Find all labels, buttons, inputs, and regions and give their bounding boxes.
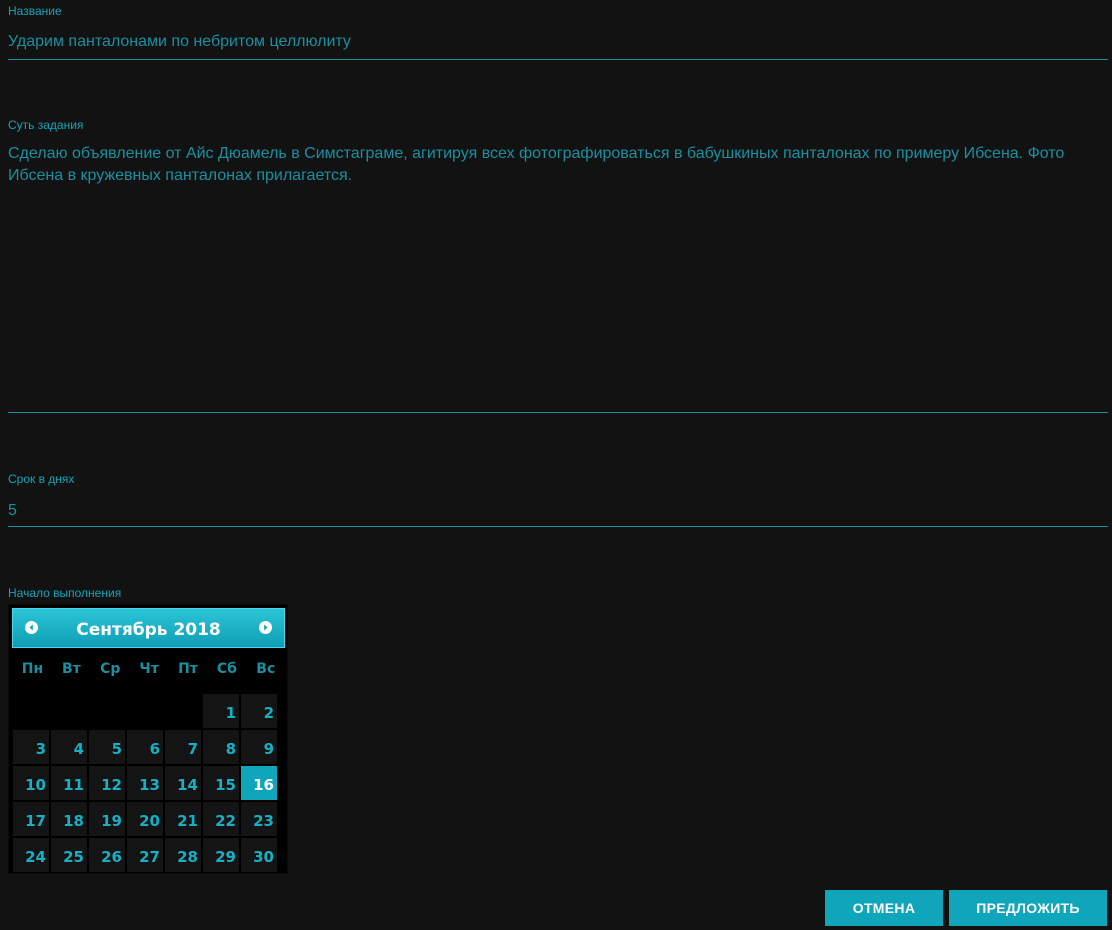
calendar-weekday-row: Пн Вт Ср Чт Пт Сб Вс [13, 661, 285, 681]
calendar-day[interactable]: 2 [241, 694, 277, 728]
calendar-weekday: Пн [21, 661, 44, 677]
calendar-day[interactable]: 21 [165, 802, 201, 836]
title-input[interactable]: Ударим панталонами по небритом целлюлиту [8, 33, 351, 51]
calendar-day[interactable]: 27 [127, 838, 163, 872]
calendar-day[interactable]: 9 [241, 730, 277, 764]
calendar-day[interactable]: 25 [51, 838, 87, 872]
calendar-day[interactable]: 30 [241, 838, 277, 872]
calendar-empty-cell [127, 694, 163, 728]
title-label: Название [8, 4, 62, 18]
calendar-empty-cell [165, 694, 201, 728]
description-textarea[interactable]: Сделаю объявление от Айс Дюамель в Симст… [8, 143, 1098, 403]
calendar-day[interactable]: 4 [51, 730, 87, 764]
calendar-day[interactable]: 23 [241, 802, 277, 836]
duration-input[interactable]: 5 [8, 502, 17, 520]
calendar-empty-cell [89, 694, 125, 728]
calendar-header: Сентябрь 2018 [12, 608, 285, 648]
calendar-weekday: Вт [61, 661, 81, 677]
calendar-weekday: Ср [100, 661, 121, 677]
calendar-day[interactable]: 1 [203, 694, 239, 728]
calendar-day[interactable]: 11 [51, 766, 87, 800]
duration-label: Срок в днях [8, 472, 75, 486]
start-date-label: Начало выполнения [8, 586, 122, 600]
calendar-day[interactable]: 8 [203, 730, 239, 764]
cancel-button[interactable]: ОТМЕНА [825, 890, 943, 926]
task-form: Название Ударим панталонами по небритом … [0, 0, 1112, 930]
calendar-weekday: Чт [139, 661, 159, 677]
calendar-day[interactable]: 7 [165, 730, 201, 764]
calendar-day[interactable]: 5 [89, 730, 125, 764]
calendar-day[interactable]: 24 [13, 838, 49, 872]
calendar-month-title: Сентябрь 2018 [76, 620, 221, 640]
calendar-day[interactable]: 26 [89, 838, 125, 872]
calendar-day[interactable]: 28 [165, 838, 201, 872]
duration-underline [8, 526, 1108, 527]
calendar-day[interactable]: 17 [13, 802, 49, 836]
calendar-day-grid: 1 2 3 4 5 6 7 8 9 10 11 12 13 14 15 16 17 18 19 20 21 22 23 24 2… [13, 694, 277, 872]
calendar-day[interactable]: 20 [127, 802, 163, 836]
calendar-day[interactable]: 13 [127, 766, 163, 800]
calendar-empty-cell [51, 694, 87, 728]
calendar-day[interactable]: 19 [89, 802, 125, 836]
calendar-empty-cell [13, 694, 49, 728]
description-label: Суть задания [8, 118, 84, 132]
calendar-day[interactable]: 18 [51, 802, 87, 836]
submit-button[interactable]: ПРЕДЛОЖИТЬ [949, 890, 1107, 926]
calendar-day[interactable]: 6 [127, 730, 163, 764]
description-underline [8, 412, 1108, 413]
calendar-weekday: Вс [256, 661, 276, 677]
calendar-day[interactable]: 15 [203, 766, 239, 800]
calendar-day[interactable]: 3 [13, 730, 49, 764]
title-underline [8, 59, 1108, 60]
calendar-day-selected[interactable]: 16 [241, 766, 277, 800]
calendar-weekday: Сб [216, 661, 237, 677]
date-picker: Сентябрь 2018 Пн Вт Ср Чт Пт Сб Вс 1 2 3 4 5 6 7 8 9 10… [8, 604, 288, 874]
chevron-right-icon[interactable] [259, 621, 272, 634]
calendar-weekday: Пт [178, 661, 198, 677]
calendar-day[interactable]: 12 [89, 766, 125, 800]
calendar-day[interactable]: 29 [203, 838, 239, 872]
calendar-day[interactable]: 14 [165, 766, 201, 800]
calendar-day[interactable]: 22 [203, 802, 239, 836]
calendar-day[interactable]: 10 [13, 766, 49, 800]
